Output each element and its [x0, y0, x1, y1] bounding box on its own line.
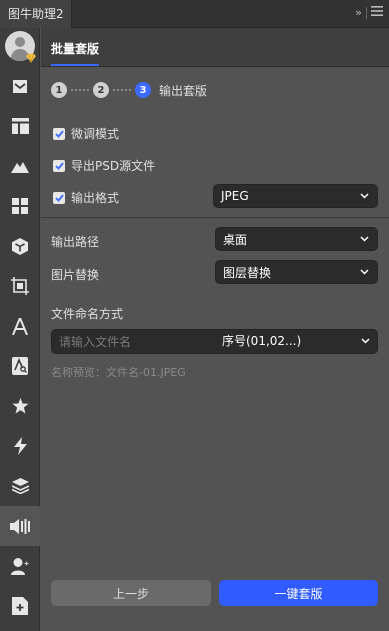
checkmark-icon: [54, 193, 64, 202]
batch-template-icon[interactable]: [0, 506, 40, 546]
export-psd-checkbox[interactable]: [53, 159, 65, 172]
hamburger-icon[interactable]: [371, 6, 383, 19]
main-header: 批量套版: [41, 28, 389, 67]
naming-preview: 名称预览：文件名-01.JPEG: [51, 366, 186, 379]
image-replace-label: 图片替换: [51, 268, 100, 282]
expand-icon[interactable]: »: [355, 6, 362, 19]
prev-step-button[interactable]: 上一步: [51, 580, 211, 606]
naming-label: 文件命名方式: [51, 307, 124, 321]
checkmark-icon: [54, 161, 64, 170]
output-format-checkbox[interactable]: [53, 191, 65, 204]
frame-crop-icon[interactable]: [0, 266, 40, 306]
export-psd-option[interactable]: 导出PSD源文件: [53, 157, 155, 174]
step-1[interactable]: 1: [51, 82, 67, 98]
star-icon[interactable]: [0, 386, 40, 426]
fine-tune-label: 微调模式: [71, 127, 120, 141]
section-divider: [41, 217, 389, 218]
vip-badge-icon: [25, 52, 37, 64]
output-format-select[interactable]: JPEG: [213, 184, 378, 208]
page-title[interactable]: 批量套版: [51, 40, 99, 57]
checkmark-icon: [54, 129, 64, 138]
chevron-down-icon: [361, 338, 370, 344]
text-a-icon[interactable]: [0, 306, 40, 346]
apply-template-button[interactable]: 一键套版: [219, 580, 378, 606]
active-tab-underline: [51, 64, 99, 66]
titlebar-controls: »: [355, 6, 383, 19]
step-connector: [113, 89, 131, 91]
output-format-value: JPEG: [221, 189, 249, 203]
chevron-down-icon: [360, 236, 369, 242]
chevron-down-icon: [360, 269, 369, 275]
naming-mode-value: 序号(01,02...): [222, 334, 302, 348]
stepper: 1 2 3 输出套版: [51, 81, 207, 99]
output-format-label: 输出格式: [71, 191, 120, 205]
layers-icon[interactable]: [0, 466, 40, 506]
filename-input[interactable]: [52, 330, 214, 353]
output-path-value: 桌面: [223, 232, 248, 247]
chevron-down-icon: [360, 193, 369, 199]
grid-icon[interactable]: [0, 186, 40, 226]
font-search-icon[interactable]: [0, 346, 40, 386]
cube-icon[interactable]: [0, 226, 40, 266]
mountain-icon[interactable]: [0, 146, 40, 186]
image-replace-value: 图层替换: [223, 265, 272, 280]
naming-combo: 序号(01,02...): [51, 329, 378, 354]
panel-tab[interactable]: 图牛助理2: [0, 0, 72, 28]
fine-tune-checkbox[interactable]: [53, 127, 65, 140]
inbox-icon[interactable]: [0, 66, 40, 106]
export-psd-label: 导出PSD源文件: [71, 159, 156, 173]
sidebar: [0, 28, 40, 631]
add-document-icon[interactable]: [0, 586, 40, 626]
output-path-select[interactable]: 桌面: [215, 227, 378, 251]
sidebar-item-account[interactable]: [0, 28, 40, 68]
naming-mode-select[interactable]: 序号(01,02...): [222, 330, 378, 353]
panel-tab-title: 图牛助理2: [8, 7, 64, 21]
titlebar-divider: [366, 6, 367, 19]
step-current-label: 输出套版: [159, 83, 208, 98]
output-format-option[interactable]: 输出格式: [53, 189, 119, 206]
layout-icon[interactable]: [0, 106, 40, 146]
user-sparkle-icon[interactable]: [0, 546, 40, 586]
step-3[interactable]: 3: [135, 82, 151, 98]
fine-tune-option[interactable]: 微调模式: [53, 125, 119, 142]
image-replace-select[interactable]: 图层替换: [215, 260, 378, 284]
step-2[interactable]: 2: [93, 82, 109, 98]
output-path-label: 输出路径: [51, 235, 100, 249]
lightning-icon[interactable]: [0, 426, 40, 466]
panel-titlebar: 图牛助理2 »: [0, 0, 389, 28]
step-connector: [71, 89, 89, 91]
